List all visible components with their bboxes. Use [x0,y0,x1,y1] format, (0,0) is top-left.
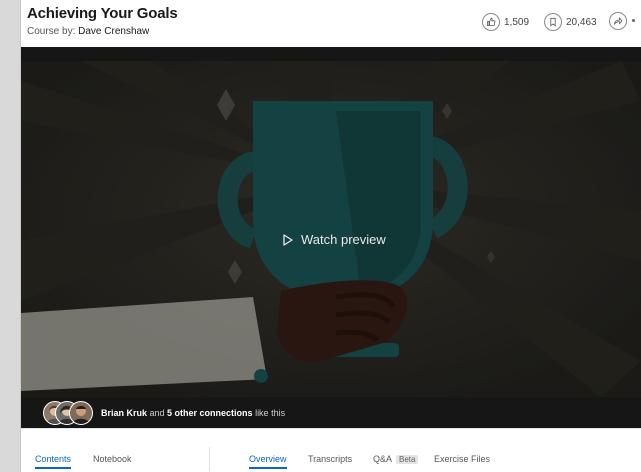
beta-badge: Beta [396,455,419,464]
video-player[interactable]: Watch preview Brian Kruk and 5 other con… [21,47,641,428]
tab-exercise-files[interactable]: Exercise Files [434,454,490,464]
tab-notebook[interactable]: Notebook [93,454,132,464]
course-author: Course by: Dave Crenshaw [27,26,149,37]
other-connections-link[interactable]: 5 other connections [167,408,253,418]
tab-contents[interactable]: Contents [35,454,72,469]
tab-qa[interactable]: Q&A Beta [373,454,419,464]
bookmark-icon [544,13,562,31]
connection-name[interactable]: Brian Kruk [101,408,147,418]
course-header: Achieving Your Goals Course by: Dave Cre… [21,0,641,47]
save-button[interactable]: 20,463 [544,12,597,32]
watch-preview-button[interactable]: Watch preview [283,232,386,247]
likes-text: Brian Kruk and 5 other connections like … [101,408,285,418]
connection-avatars[interactable] [43,401,99,425]
share-button[interactable] [609,12,627,30]
watch-preview-label: Watch preview [301,232,386,247]
likes-count: 1,509 [504,16,530,28]
tab-bar: Contents Notebook Overview Transcripts Q… [21,428,641,472]
course-title: Achieving Your Goals [27,5,178,22]
avatar [69,401,93,425]
tab-qa-label: Q&A [373,454,393,464]
likes-text-suffix: like this [252,408,286,418]
more-menu-icon[interactable] [632,19,635,22]
author-name[interactable]: Dave Crenshaw [78,26,149,37]
tab-divider [209,447,210,471]
tab-transcripts[interactable]: Transcripts [308,454,352,464]
author-prefix: Course by: [27,26,79,37]
likes-text-and: and [147,408,168,418]
social-proof-bar: Brian Kruk and 5 other connections like … [21,397,641,428]
like-button[interactable]: 1,509 [482,12,529,32]
app-window: Achieving Your Goals Course by: Dave Cre… [21,0,641,472]
tab-overview[interactable]: Overview [249,454,287,469]
share-arrow-icon [613,16,623,26]
saves-count: 20,463 [566,16,597,28]
trophy-illustration [21,61,641,397]
thumbs-up-icon [482,13,500,31]
play-triangle-icon [283,233,293,246]
